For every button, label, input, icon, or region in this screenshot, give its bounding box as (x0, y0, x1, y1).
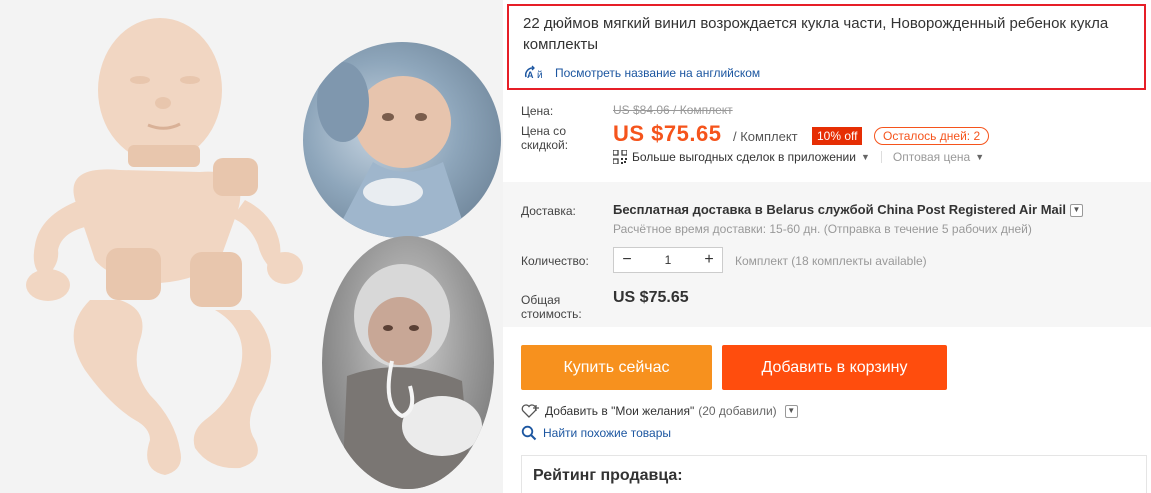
find-similar-row[interactable]: Найти похожие товары (521, 425, 671, 441)
total-label: Общая стоимость: (521, 293, 582, 321)
quantity-label: Количество: (521, 254, 589, 268)
translate-title-link[interactable]: A й Посмотреть название на английском (523, 65, 760, 81)
add-to-cart-button[interactable]: Добавить в корзину (722, 345, 947, 390)
original-price: US $84.06 / Комплект (613, 103, 733, 117)
wishlist-count: (20 добавили) (698, 404, 777, 418)
discount-price: US $75.65 (613, 121, 722, 146)
seller-rating-title: Рейтинг продавца: (533, 467, 683, 484)
product-title-box: 22 дюймов мягкий винил возрождается кукл… (507, 4, 1146, 90)
baby-photo-image (317, 62, 468, 238)
chevron-down-icon[interactable]: ▼ (1070, 204, 1083, 218)
app-deals-link[interactable]: Больше выгодных сделок в приложении (632, 150, 856, 164)
svg-text:й: й (537, 70, 543, 81)
chevron-down-icon[interactable]: ▼ (975, 152, 984, 162)
translate-icon: A й (524, 65, 543, 81)
shipping-label: Доставка: (521, 204, 576, 218)
price-label: Цена: (521, 104, 554, 118)
quantity-stepper: − 1 + (613, 247, 723, 273)
total-price: US $75.65 (613, 289, 689, 306)
find-similar-link[interactable]: Найти похожие товары (543, 426, 671, 440)
buy-now-button[interactable]: Купить сейчас (521, 345, 712, 390)
chevron-down-icon[interactable]: ▼ (861, 152, 870, 162)
discount-badge: 10% off (812, 127, 863, 145)
app-deals-row: Больше выгодных сделок в приложении ▼ Оп… (613, 150, 984, 164)
doll-photo-blue-outfit[interactable] (303, 42, 501, 238)
quantity-increase-button[interactable]: + (696, 248, 722, 272)
wholesale-price-link[interactable]: Оптовая цена (893, 150, 970, 164)
chevron-down-icon[interactable]: ▼ (784, 404, 798, 418)
qr-code-icon (613, 150, 627, 164)
doll-photo-gray-outfit[interactable] (322, 236, 494, 489)
wishlist-row: Добавить в "Мои желания" (20 добавили) ▼ (521, 403, 798, 419)
divider (880, 151, 882, 163)
discount-price-label: Цена со скидкой: (521, 124, 569, 152)
shipping-method[interactable]: Бесплатная доставка в Belarus службой Ch… (613, 202, 1083, 218)
seller-rating-section: Рейтинг продавца: (521, 455, 1147, 493)
quantity-decrease-button[interactable]: − (614, 248, 640, 272)
heart-plus-icon[interactable] (521, 403, 541, 419)
doll-parts-image (26, 18, 303, 475)
quantity-available: Комплект (18 комплекты available) (735, 254, 927, 268)
add-to-wishlist-link[interactable]: Добавить в "Мои желания" (545, 404, 694, 418)
product-info-panel: 22 дюймов мягкий винил возрождается кукл… (503, 0, 1151, 493)
quantity-input[interactable]: 1 (640, 253, 696, 267)
baby-photo-image (342, 264, 482, 489)
days-left-badge: Осталось дней: 2 (874, 127, 990, 145)
delivery-estimate: Расчётное время доставки: 15-60 дн. (Отп… (613, 222, 1032, 236)
price-unit: / Комплект (733, 129, 798, 144)
search-icon (521, 425, 537, 441)
shipping-method-text: Бесплатная доставка в Belarus службой Ch… (613, 202, 1066, 217)
svg-text:A: A (527, 70, 534, 80)
product-title: 22 дюймов мягкий винил возрождается кукл… (523, 15, 1109, 53)
product-image-gallery[interactable] (0, 0, 503, 493)
translate-link-label[interactable]: Посмотреть название на английском (555, 66, 760, 80)
